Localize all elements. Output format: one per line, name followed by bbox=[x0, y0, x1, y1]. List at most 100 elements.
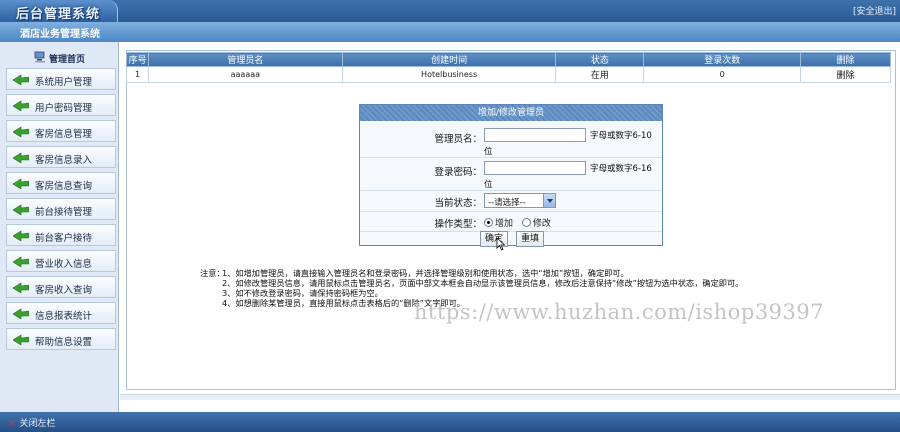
sidebar-item-label: 客房信息管理 bbox=[35, 129, 93, 140]
table-row: 1 aaaaaa Hotelbusiness 在用 0 删除 bbox=[126, 66, 891, 83]
note-text: 1、如增加管理员，请直接输入管理员名和登录密码，并选择管理级别和使用状态，选中“… bbox=[222, 268, 629, 278]
divider bbox=[360, 157, 662, 158]
green-arrow-icon bbox=[13, 178, 29, 189]
column-header: 创建时间 bbox=[341, 52, 557, 67]
sidebar-item-label: 帮助信息设置 bbox=[35, 337, 93, 348]
note-row: 3、如不修改登录密码，请保持密码框为空。 bbox=[200, 288, 900, 298]
mouse-cursor-icon bbox=[496, 237, 506, 251]
radio-modify[interactable] bbox=[521, 218, 531, 227]
watermark: https://www.huzhan.com/ishop39397 bbox=[414, 300, 825, 324]
notes-prefix: 注意： bbox=[200, 268, 225, 278]
operation-radio-group: 增加 修改 bbox=[484, 216, 557, 229]
chevron-down-icon[interactable] bbox=[543, 194, 555, 207]
bottom-bar: ✕ 关闭左栏 bbox=[0, 412, 900, 432]
delete-link[interactable]: 删除 bbox=[800, 66, 891, 83]
form-row-status: 当前状态： --请选择-- bbox=[360, 192, 662, 212]
sidebar-item-label: 客房收入查询 bbox=[35, 285, 93, 296]
logo-text: 后台管理系统 bbox=[16, 7, 101, 22]
note-row: 注意： 1、如增加管理员，请直接输入管理员名和登录密码，并选择管理级别和使用状态… bbox=[200, 268, 900, 278]
sidebar-item-label: 前台客户接待 bbox=[35, 233, 93, 244]
sidebar-item-label: 信息报表统计 bbox=[35, 311, 93, 322]
cell-status: 在用 bbox=[555, 66, 645, 83]
green-arrow-icon bbox=[13, 282, 29, 293]
sidebar-item-room-query[interactable]: 客房信息查询 bbox=[6, 172, 116, 194]
column-header: 状态 bbox=[555, 52, 645, 67]
green-arrow-icon bbox=[13, 230, 29, 241]
note-text: 3、如不修改登录密码，请保持密码框为空。 bbox=[222, 288, 383, 298]
sidebar-item-room-info[interactable]: 客房信息管理 bbox=[6, 120, 116, 142]
reset-button[interactable]: 重填 bbox=[516, 231, 544, 247]
sidebar-item-label: 客房信息录入 bbox=[35, 155, 93, 166]
radio-add-label: 增加 bbox=[495, 219, 514, 229]
system-title-bar: 酒店业务管理系统 bbox=[0, 22, 900, 42]
sidebar-item-guest-reception[interactable]: 前台客户接待 bbox=[6, 224, 116, 246]
sidebar-item-front-desk[interactable]: 前台接待管理 bbox=[6, 198, 116, 220]
radio-add[interactable] bbox=[484, 218, 493, 227]
green-arrow-icon bbox=[13, 152, 29, 163]
column-header: 管理员名 bbox=[147, 52, 343, 67]
radio-modify-label: 修改 bbox=[532, 219, 551, 229]
name-label: 管理员名： bbox=[434, 134, 482, 145]
sidebar-item-revenue-info[interactable]: 营业收入信息 bbox=[6, 250, 116, 272]
divider bbox=[360, 190, 662, 191]
operation-label: 操作类型： bbox=[434, 219, 482, 230]
system-title: 酒店业务管理系统 bbox=[20, 29, 100, 40]
home-computer-icon bbox=[34, 51, 45, 63]
password-input[interactable] bbox=[484, 161, 586, 175]
sidebar-item-label: 前台接待管理 bbox=[35, 207, 93, 218]
sidebar-item-user-password[interactable]: 用户密码管理 bbox=[6, 94, 116, 116]
name-hint-suffix: 位 bbox=[484, 147, 493, 157]
sidebar-item-label: 营业收入信息 bbox=[35, 259, 93, 270]
logo: 后台管理系统 bbox=[0, 0, 118, 22]
sidebar-item-label: 用户密码管理 bbox=[35, 103, 93, 114]
password-hint-suffix: 位 bbox=[484, 180, 493, 190]
green-arrow-icon bbox=[13, 256, 29, 267]
form-row-password: 登录密码： 字母或数字6-16 位 bbox=[360, 160, 662, 190]
green-arrow-icon bbox=[13, 334, 29, 345]
green-arrow-icon bbox=[13, 126, 29, 137]
status-select[interactable]: --请选择-- bbox=[484, 193, 556, 208]
sidebar-item-room-revenue[interactable]: 客房收入查询 bbox=[6, 276, 116, 298]
main-content: 序号 管理员名 创建时间 状态 登录次数 删除 1 aaaaaa Hotelbu… bbox=[120, 42, 900, 412]
name-hint: 字母或数字6-10 bbox=[590, 131, 652, 141]
cell-index: 1 bbox=[126, 66, 149, 83]
status-label: 当前状态： bbox=[434, 198, 482, 209]
green-arrow-icon bbox=[13, 100, 29, 111]
top-bar: 后台管理系统 [安全退出] bbox=[0, 0, 900, 22]
sidebar-item-label: 客房信息查询 bbox=[35, 181, 93, 192]
status-selected-value: --请选择-- bbox=[488, 198, 526, 208]
admin-table: 序号 管理员名 创建时间 状态 登录次数 删除 1 aaaaaa Hotelbu… bbox=[126, 52, 891, 83]
sidebar-item-help[interactable]: 帮助信息设置 bbox=[6, 328, 116, 350]
form-row-operation: 操作类型： 增加 修改 bbox=[360, 213, 662, 231]
cell-created: Hotelbusiness bbox=[341, 66, 557, 83]
cell-logins: 0 bbox=[643, 66, 802, 83]
column-header: 登录次数 bbox=[643, 52, 802, 67]
admin-name-input[interactable] bbox=[484, 128, 586, 142]
form-row-name: 管理员名： 字母或数字6-10 位 bbox=[360, 127, 662, 157]
sidebar-item-reports[interactable]: 信息报表统计 bbox=[6, 302, 116, 324]
note-text: 2、如修改管理员信息，请用鼠标点击管理员名，页面中部文本框会自动显示该管理员信息… bbox=[222, 278, 744, 288]
form-title: 增加/修改管理员 bbox=[360, 105, 662, 121]
green-arrow-icon bbox=[13, 74, 29, 85]
cell-admin-name-link[interactable]: aaaaaa bbox=[147, 66, 343, 83]
sidebar: 管理首页 系统用户管理 用户密码管理 客房信息管理 客房信息录入 客房信息查询 … bbox=[0, 42, 119, 412]
content-bottom-bar bbox=[120, 394, 900, 400]
close-icon: ✕ bbox=[8, 419, 16, 429]
password-hint: 字母或数字6-16 bbox=[590, 164, 652, 174]
divider bbox=[360, 211, 662, 212]
logout-link[interactable]: [安全退出] bbox=[853, 4, 896, 17]
note-row: 2、如修改管理员信息，请用鼠标点击管理员名，页面中部文本框会自动显示该管理员信息… bbox=[200, 278, 900, 288]
green-arrow-icon bbox=[13, 308, 29, 319]
green-arrow-icon bbox=[13, 204, 29, 215]
sidebar-item-room-entry[interactable]: 客房信息录入 bbox=[6, 146, 116, 168]
sidebar-home[interactable]: 管理首页 bbox=[0, 50, 119, 66]
column-header: 序号 bbox=[126, 52, 149, 67]
divider bbox=[360, 231, 662, 232]
collapse-sidebar-button[interactable]: ✕ 关闭左栏 bbox=[8, 416, 56, 429]
column-header: 删除 bbox=[800, 52, 891, 67]
admin-form: 增加/修改管理员 管理员名： 字母或数字6-10 位 登录密码： 字母或数字6-… bbox=[359, 104, 663, 247]
password-label: 登录密码： bbox=[434, 167, 482, 178]
sidebar-item-system-users[interactable]: 系统用户管理 bbox=[6, 68, 116, 90]
collapse-label: 关闭左栏 bbox=[19, 419, 56, 429]
sidebar-item-label: 系统用户管理 bbox=[35, 77, 93, 88]
